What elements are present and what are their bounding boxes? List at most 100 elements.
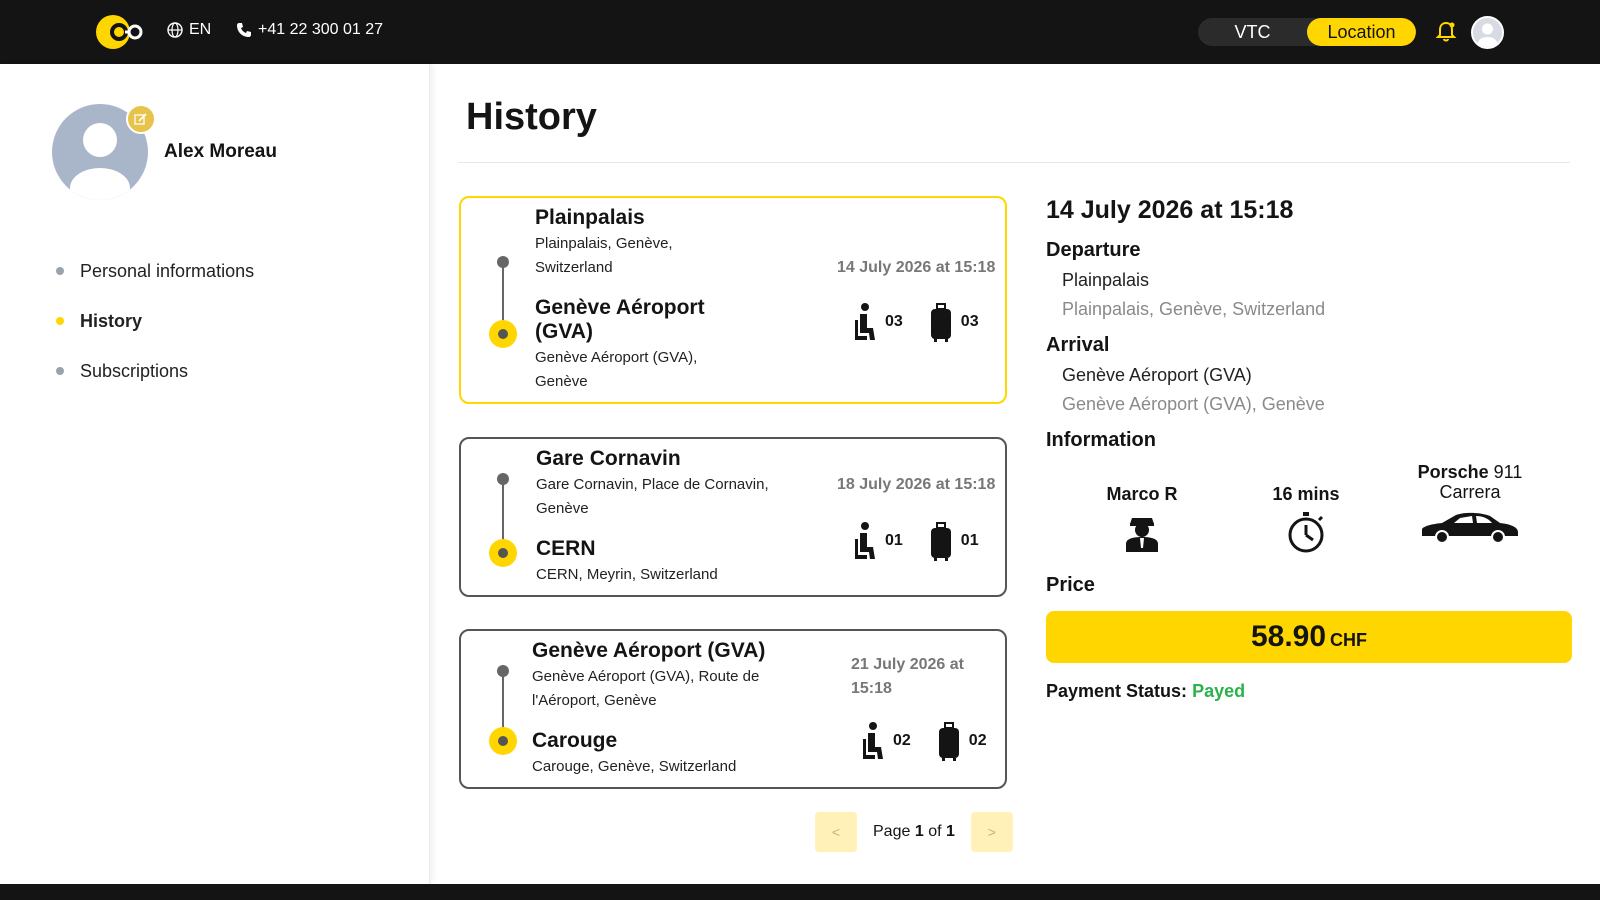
page-word: Page: [873, 823, 911, 840]
origin-name: Plainpalais: [535, 206, 645, 229]
destination-name: Carouge: [532, 729, 618, 752]
ride-duration: 16 mins: [1272, 484, 1340, 504]
destination-address: CERN, Meyrin, Switzerland: [536, 566, 718, 583]
next-page-button[interactable]: >: [970, 812, 1013, 852]
car-name: Porsche 911: [1390, 462, 1550, 482]
seat-icon: [855, 522, 875, 559]
brand-logo[interactable]: [95, 14, 145, 50]
nav-item-history[interactable]: History: [56, 296, 254, 346]
luggage-icon: [930, 522, 951, 561]
ride-counts: 01 01: [851, 521, 979, 561]
edit-avatar-button[interactable]: [126, 104, 156, 134]
arrival-heading: Arrival: [1046, 334, 1110, 356]
arrival-address: Genève Aéroport (GVA), Genève: [1062, 394, 1325, 414]
origin-address: Plainpalais, Genève, Switzerland: [535, 235, 673, 276]
luggage-count-value: 01: [960, 532, 979, 549]
car-info: Porsche 911 Carrera: [1390, 462, 1550, 549]
current-page: 1: [914, 823, 924, 840]
globe-icon: [167, 22, 183, 38]
information-row: Marco R 16 mins Porsche 911 Carrera: [1046, 460, 1572, 570]
route-end-marker: [489, 539, 517, 567]
price-display: 58.90 CHF: [1046, 611, 1572, 663]
ride-card[interactable]: Genève Aéroport (GVA) Genève Aéroport (G…: [459, 629, 1007, 789]
information-heading: Information: [1046, 429, 1156, 451]
luggage-icon: [930, 303, 951, 342]
notification-bell-icon[interactable]: [1434, 20, 1458, 44]
price-value: 58.90: [1250, 620, 1327, 653]
profile-sidebar: Alex Moreau Personal informations Histor…: [0, 64, 430, 884]
ride-destination: Genève Aéroport (GVA) Genève Aéroport (G…: [535, 296, 725, 394]
ride-date: 14 July 2026 at 15:18: [837, 259, 996, 276]
arrival-name: Genève Aéroport (GVA): [1062, 365, 1252, 385]
user-avatar-button[interactable]: [1471, 16, 1504, 49]
of-word: of: [928, 823, 942, 840]
payment-status: Payment Status: Payed: [1046, 681, 1572, 702]
luggage-count: 03: [929, 302, 979, 342]
mode-switch: VTC Location: [1198, 18, 1416, 46]
ride-counts: 02 02: [859, 721, 987, 761]
top-bar: EN +41 22 300 01 27 VTC Location: [0, 0, 1600, 64]
destination-name: CERN: [536, 537, 596, 560]
origin-name: Gare Cornavin: [536, 447, 681, 470]
nav-item-subscriptions[interactable]: Subscriptions: [56, 346, 254, 396]
ride-destination: Carouge Carouge, Genève, Switzerland: [532, 729, 802, 779]
phone-link[interactable]: +41 22 300 01 27: [236, 21, 383, 39]
departure-heading: Departure: [1046, 239, 1141, 261]
mode-location-button[interactable]: Location: [1307, 18, 1416, 46]
nav-item-label: History: [80, 310, 143, 331]
page-indicator: Page 1 of 1: [873, 823, 955, 841]
phone-number: +41 22 300 01 27: [258, 21, 384, 38]
footer-band: [0, 884, 1600, 900]
ride-card[interactable]: Plainpalais Plainpalais, Genève, Switzer…: [459, 196, 1007, 404]
payment-status-value: Payed: [1192, 681, 1246, 701]
nav-item-label: Subscriptions: [80, 360, 189, 381]
ride-destination: CERN CERN, Meyrin, Switzerland: [536, 537, 796, 587]
seat-icon: [863, 722, 883, 759]
detail-date: 14 July 2026 at 15:18: [1046, 196, 1294, 224]
nav-bullet: [56, 317, 64, 325]
passenger-count-value: 01: [885, 532, 903, 549]
page-title: History: [466, 96, 597, 138]
title-divider: [458, 162, 1570, 163]
car-icon: [1422, 512, 1518, 544]
nav-bullet: [56, 267, 64, 275]
car-make: Porsche: [1417, 462, 1489, 482]
destination-name: Genève Aéroport (GVA): [535, 296, 705, 343]
language-selector[interactable]: EN: [167, 21, 211, 39]
prev-page-button[interactable]: <: [815, 812, 857, 852]
route-end-marker: [489, 727, 517, 755]
luggage-count-value: 03: [960, 313, 979, 330]
departure-address: Plainpalais, Genève, Switzerland: [1062, 299, 1326, 319]
ride-counts: 03 03: [851, 302, 979, 342]
origin-name: Genève Aéroport (GVA): [532, 639, 766, 662]
departure-name: Plainpalais: [1062, 270, 1150, 290]
user-icon: [1477, 23, 1498, 47]
car-variant: Carrera: [1439, 482, 1501, 502]
price-heading: Price: [1046, 574, 1095, 596]
passenger-count-value: 03: [885, 313, 903, 330]
total-pages: 1: [945, 823, 955, 840]
duration-info: 16 mins: [1226, 484, 1386, 559]
luggage-count-value: 02: [968, 732, 987, 749]
edit-icon: [134, 113, 147, 125]
language-label: EN: [189, 21, 212, 38]
driver-name: Marco R: [1106, 484, 1178, 504]
passenger-count: 02: [859, 721, 911, 761]
luggage-icon: [938, 722, 959, 761]
ride-date: 18 July 2026 at 15:18: [837, 476, 996, 493]
route-end-marker: [489, 320, 517, 348]
driver-info: Marco R: [1062, 484, 1222, 559]
luggage-count: 01: [929, 521, 979, 561]
origin-address: Gare Cornavin, Place de Cornavin, Genève: [536, 476, 769, 517]
ride-origin: Genève Aéroport (GVA) Genève Aéroport (G…: [532, 639, 802, 713]
mode-vtc-button[interactable]: VTC: [1198, 18, 1307, 46]
profile-nav: Personal informations History Subscripti…: [56, 246, 254, 396]
route-line: [502, 262, 504, 324]
origin-address: Genève Aéroport (GVA), Route de l'Aéropo…: [532, 668, 760, 709]
ride-card[interactable]: Gare Cornavin Gare Cornavin, Place de Co…: [459, 437, 1007, 597]
nav-item-personal-informations[interactable]: Personal informations: [56, 246, 254, 296]
passenger-count-value: 02: [893, 732, 911, 749]
pagination: < Page 1 of 1 >: [815, 812, 1013, 852]
seat-icon: [855, 303, 875, 340]
destination-address: Carouge, Genève, Switzerland: [532, 758, 737, 775]
